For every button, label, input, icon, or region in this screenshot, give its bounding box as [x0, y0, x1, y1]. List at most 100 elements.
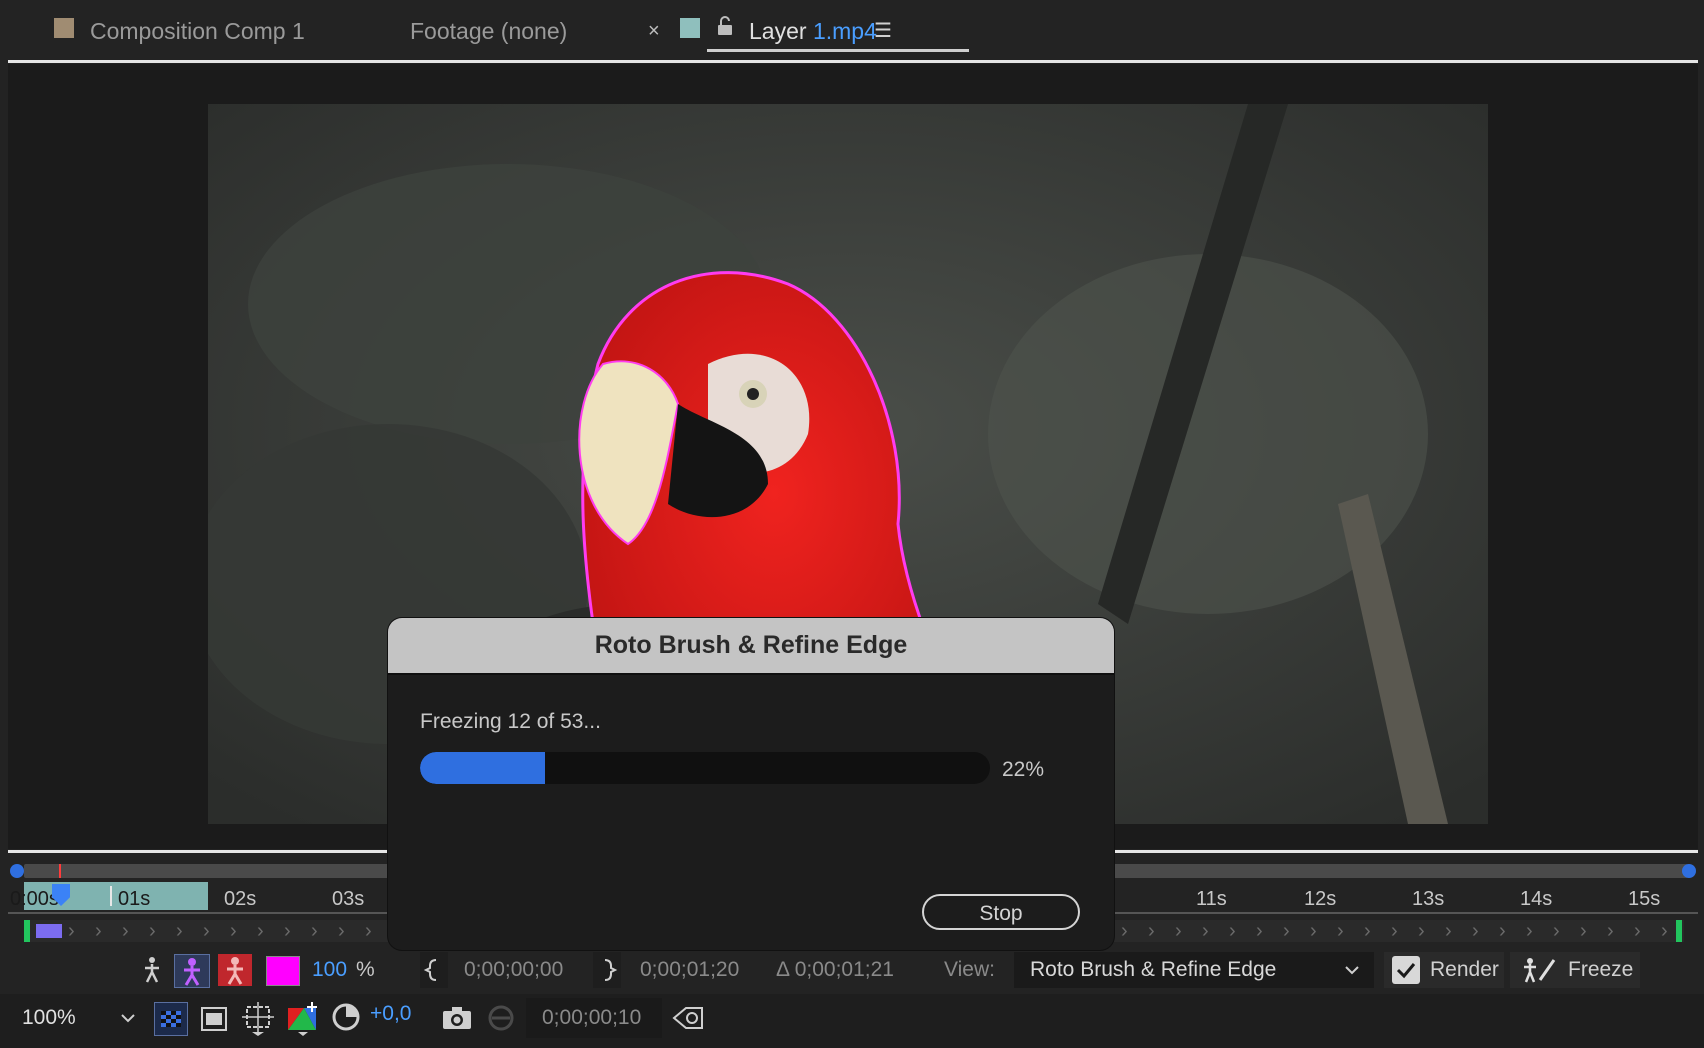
- frame-chevron: ›: [1391, 920, 1398, 942]
- tab-footage[interactable]: Footage (none): [410, 14, 567, 48]
- active-tab-indicator: [707, 49, 969, 52]
- tick-label: 15s: [1628, 888, 1661, 910]
- tab-layer-prefix: Layer: [749, 18, 807, 44]
- freeze-icon: [1524, 958, 1556, 983]
- tick-label: 13s: [1412, 888, 1445, 910]
- region-of-interest-icon[interactable]: [200, 1006, 228, 1032]
- frame-chevron: ›: [1607, 920, 1614, 942]
- roto-figure-icon: [184, 958, 200, 986]
- tick-label: 03s: [332, 888, 365, 910]
- walking-figure-icon[interactable]: [140, 956, 164, 984]
- tick-label: 12s: [1304, 888, 1337, 910]
- current-time-marker: [59, 864, 61, 878]
- duration-timecode: Δ 0;00;01;21: [776, 958, 894, 981]
- frame-chevron: ›: [338, 920, 345, 942]
- in-point-icon[interactable]: [420, 952, 448, 988]
- dialog-title: Roto Brush & Refine Edge: [594, 631, 908, 659]
- transparency-grid-icon[interactable]: [154, 1002, 188, 1036]
- roto-progress-dialog: Roto Brush & Refine Edge Freezing 12 of …: [388, 618, 1114, 950]
- progress-status-text: Freezing 12 of 53...: [420, 710, 601, 733]
- render-label: Render: [1430, 958, 1499, 981]
- tick-label: 02s: [224, 888, 257, 910]
- view-select-value: Roto Brush & Refine Edge: [1030, 958, 1277, 981]
- chevron-down-icon: [1345, 966, 1359, 975]
- out-point-timecode[interactable]: 0;00;01;20: [640, 950, 739, 990]
- roto-subtract-button[interactable]: [218, 954, 252, 986]
- frame-chevron: ›: [365, 920, 372, 942]
- snapshot-icon[interactable]: [442, 1006, 472, 1030]
- view-select[interactable]: Roto Brush & Refine Edge: [1014, 952, 1374, 988]
- frame-chevron: ›: [176, 920, 183, 942]
- checkbox-icon: [1392, 956, 1420, 984]
- show-snapshot-icon[interactable]: [486, 1004, 516, 1032]
- tab-layer-file: 1.mp4: [812, 18, 877, 44]
- render-toggle[interactable]: Render: [1384, 952, 1504, 988]
- layer-swatch-icon: [680, 18, 700, 38]
- frame-chevron: ›: [1553, 920, 1560, 942]
- channel-icon[interactable]: [286, 1002, 320, 1036]
- freeze-button[interactable]: Freeze: [1510, 952, 1640, 988]
- lock-icon[interactable]: [716, 16, 734, 36]
- panel-menu-icon[interactable]: ☰: [874, 14, 892, 48]
- overlay-color-swatch[interactable]: [266, 956, 300, 986]
- frame-chevron: ›: [230, 920, 237, 942]
- viewer-bottom-bar: 100% +0,0 0;00;00;10: [0, 994, 1704, 1048]
- frame-chevron: ›: [257, 920, 264, 942]
- progress-percent: 22%: [1002, 758, 1045, 781]
- freeze-label: Freeze: [1568, 958, 1634, 981]
- work-area-end-handle[interactable]: [1682, 864, 1696, 878]
- span-end-marker: [1676, 920, 1682, 942]
- keyframe-span: [36, 924, 62, 938]
- frame-chevron: ›: [1229, 920, 1236, 942]
- frame-chevron: ›: [1256, 920, 1263, 942]
- out-point-icon[interactable]: [593, 952, 621, 988]
- tab-composition[interactable]: Composition Comp 1: [90, 14, 305, 48]
- frame-chevron: ›: [122, 920, 129, 942]
- stop-button[interactable]: Stop: [922, 894, 1080, 930]
- tick-label: 11s: [1196, 888, 1227, 910]
- timecode-icon[interactable]: [672, 1006, 704, 1030]
- frame-chevron: ›: [1337, 920, 1344, 942]
- frame-chevron: ›: [149, 920, 156, 942]
- tab-layer[interactable]: Layer 1.mp4: [749, 14, 877, 48]
- frame-chevron: ›: [1202, 920, 1209, 942]
- panel-divider: [8, 60, 1698, 63]
- frame-chevron: ›: [284, 920, 291, 942]
- roto-brush-button[interactable]: [174, 954, 210, 988]
- tick-label: 01s: [118, 888, 151, 910]
- frame-chevron: ›: [1121, 920, 1128, 942]
- in-point-timecode[interactable]: 0;00;00;00: [464, 950, 563, 990]
- frame-chevron: ›: [68, 920, 75, 942]
- current-time-value: 0;00;00;10: [542, 1006, 642, 1029]
- frame-chevron: ›: [1364, 920, 1371, 942]
- frame-chevron: ›: [311, 920, 318, 942]
- span-start-marker: [24, 920, 30, 942]
- work-area-start-handle[interactable]: [10, 864, 24, 878]
- close-tab-icon[interactable]: ×: [648, 14, 660, 48]
- overlay-opacity-unit: %: [356, 958, 375, 981]
- frame-chevron: ›: [203, 920, 210, 942]
- tick-label: 0:00s: [10, 888, 59, 910]
- frame-chevron: ›: [1634, 920, 1641, 942]
- progress-bar: [420, 752, 990, 784]
- frame-chevron: ›: [1310, 920, 1317, 942]
- frame-chevron: ›: [1472, 920, 1479, 942]
- subtract-figure-icon: [227, 957, 243, 985]
- roto-toolbar: 100 % 0;00;00;00 0;00;01;20 Δ 0;00;01;21…: [8, 950, 1698, 990]
- chevron-down-icon: [121, 1014, 135, 1023]
- progress-bar-fill: [420, 752, 546, 784]
- magnification-select[interactable]: 100%: [8, 998, 144, 1038]
- magnification-value: 100%: [22, 1006, 76, 1029]
- overlay-opacity-value[interactable]: 100: [312, 950, 347, 990]
- exposure-reset-icon[interactable]: [332, 1002, 360, 1032]
- frame-chevron: ›: [1526, 920, 1533, 942]
- dialog-header-divider: [388, 673, 1114, 675]
- frame-chevron: ›: [95, 920, 102, 942]
- frame-chevron: ›: [1175, 920, 1182, 942]
- frame-chevron: ›: [1499, 920, 1506, 942]
- safe-zones-icon[interactable]: [242, 1002, 274, 1036]
- frame-chevron: ›: [1148, 920, 1155, 942]
- exposure-value[interactable]: +0,0: [370, 994, 411, 1034]
- current-time-field[interactable]: 0;00;00;10: [526, 998, 662, 1038]
- frame-chevron: ›: [1445, 920, 1452, 942]
